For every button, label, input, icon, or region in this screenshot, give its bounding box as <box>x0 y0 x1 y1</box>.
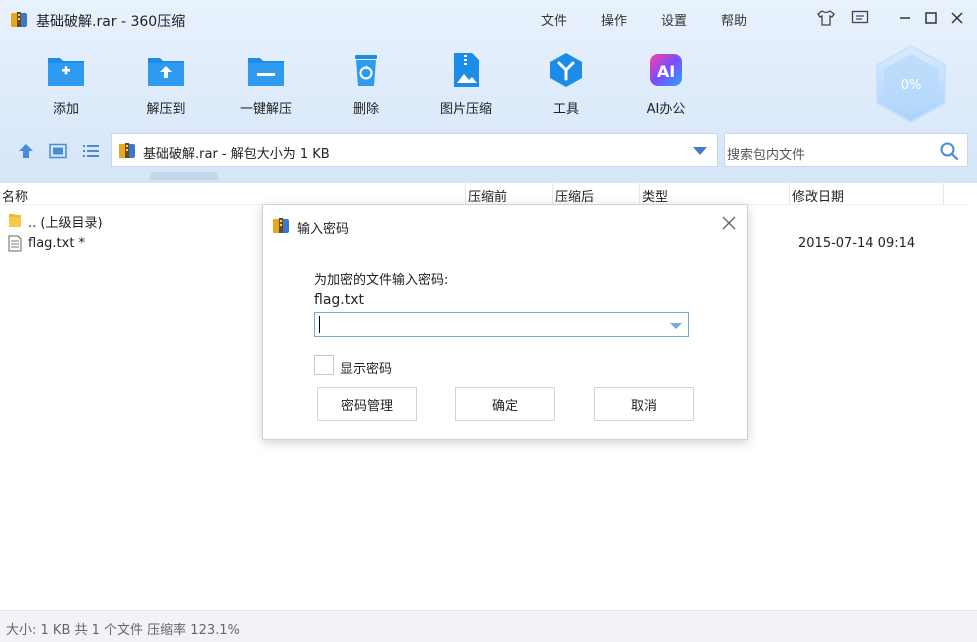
text-file-icon <box>8 235 22 252</box>
text-caret <box>319 316 320 333</box>
encrypted-filename: flag.txt <box>314 292 364 308</box>
path-text: 基础破解.rar - 解包大小为 1 KB <box>143 147 330 162</box>
archive-icon <box>119 143 135 158</box>
list-item-date: 2015-07-14 09:14 <box>798 236 916 251</box>
search-icon[interactable] <box>939 141 959 161</box>
add-archive-icon <box>48 58 84 86</box>
thumbnail-view-button[interactable] <box>47 141 69 161</box>
toolbar-ai-office-label: AI办公 <box>646 102 686 117</box>
close-icon <box>951 12 963 24</box>
maximize-button[interactable] <box>918 6 944 30</box>
tools-icon <box>550 53 582 87</box>
status-text: 大小: 1 KB 共 1 个文件 压缩率 123.1% <box>6 623 240 638</box>
thumbnail-view-icon <box>49 143 67 159</box>
menu-file[interactable]: 文件 <box>541 10 567 29</box>
close-icon[interactable] <box>721 215 737 231</box>
search-input[interactable]: 搜索包内文件 <box>727 144 805 163</box>
chevron-down-icon[interactable] <box>670 323 682 329</box>
window-title: 基础破解.rar - 360压缩 <box>36 14 186 30</box>
close-window-button[interactable] <box>944 6 970 30</box>
col-after[interactable]: 压缩后 <box>555 186 594 205</box>
toolbar-ai-office-button[interactable]: AI AI办公 <box>626 44 706 124</box>
col-separator[interactable] <box>943 183 944 205</box>
minimize-button[interactable] <box>892 6 918 30</box>
dialog-title: 输入密码 <box>297 222 350 237</box>
menu-operate[interactable]: 操作 <box>601 10 627 29</box>
path-combobox[interactable]: 基础破解.rar - 解包大小为 1 KB <box>111 133 718 167</box>
toolbar-one-click-extract-button[interactable]: 一键解压 <box>226 44 306 124</box>
toolbar-image-compress-label: 图片压缩 <box>439 102 492 117</box>
go-up-button[interactable] <box>15 141 37 161</box>
password-dialog: 输入密码 为加密的文件输入密码: flag.txt 显示密码 密码管理 确定 取… <box>262 204 748 440</box>
extract-to-icon <box>148 58 184 86</box>
toolbar-add-button[interactable]: 添加 <box>26 44 106 124</box>
one-click-extract-icon <box>248 58 284 86</box>
list-item-name: flag.txt * <box>28 236 86 251</box>
dialog-header[interactable]: 输入密码 <box>263 205 747 243</box>
skin-button[interactable] <box>813 6 839 30</box>
col-separator[interactable] <box>552 183 553 205</box>
status-bar: 大小: 1 KB 共 1 个文件 压缩率 123.1% <box>0 610 977 642</box>
col-type[interactable]: 类型 <box>642 186 668 205</box>
menu-settings[interactable]: 设置 <box>661 10 687 29</box>
message-icon <box>851 10 869 24</box>
title-bar: 基础破解.rar - 360压缩 文件 操作 设置 帮助 <box>0 0 977 36</box>
col-modified[interactable]: 修改日期 <box>792 186 844 205</box>
ai-office-icon: AI <box>650 54 682 86</box>
password-manage-button[interactable]: 密码管理 <box>317 387 417 421</box>
col-separator[interactable] <box>639 183 640 205</box>
maximize-icon <box>925 12 937 24</box>
col-name[interactable]: 名称 <box>2 186 28 205</box>
toolbar-extract-to-button[interactable]: 解压到 <box>126 44 206 124</box>
recycle-delete-icon <box>355 55 377 86</box>
password-prompt: 为加密的文件输入密码: <box>314 273 449 288</box>
show-password-label[interactable]: 显示密码 <box>340 358 392 377</box>
password-combobox[interactable] <box>314 312 689 337</box>
toolbar-extract-to-label: 解压到 <box>146 102 186 117</box>
list-item-name: .. (上级目录) <box>28 216 103 231</box>
toolbar-tools-button[interactable]: 工具 <box>526 44 606 124</box>
list-view-button[interactable] <box>80 141 102 161</box>
archive-app-icon <box>11 12 27 27</box>
minimize-icon <box>900 17 910 19</box>
list-view-icon <box>83 145 99 157</box>
arrow-up-icon <box>19 144 33 158</box>
toolbar-delete-button[interactable]: 删除 <box>326 44 406 124</box>
folder-icon <box>9 214 21 227</box>
tshirt-icon <box>817 10 835 26</box>
toolbar-delete-label: 删除 <box>352 102 379 117</box>
toolbar-add-label: 添加 <box>52 102 79 117</box>
ok-button[interactable]: 确定 <box>455 387 555 421</box>
toolbar-image-compress-button[interactable]: 图片压缩 <box>426 44 506 124</box>
compression-gauge-value: 0% <box>900 78 922 93</box>
archive-icon <box>273 218 289 233</box>
show-password-checkbox[interactable] <box>314 355 334 375</box>
col-separator[interactable] <box>465 183 466 205</box>
toolbar-tools-label: 工具 <box>552 102 579 117</box>
search-box[interactable]: 搜索包内文件 <box>724 133 968 167</box>
menu-help[interactable]: 帮助 <box>721 10 747 29</box>
scroll-tab-indicator <box>150 172 218 180</box>
column-header: 名称 压缩前 压缩后 类型 修改日期 <box>0 183 977 205</box>
cancel-button[interactable]: 取消 <box>594 387 694 421</box>
toolbar-one-click-extract-label: 一键解压 <box>239 102 292 117</box>
svg-text:AI: AI <box>657 62 675 81</box>
chevron-down-icon[interactable] <box>693 147 707 155</box>
feedback-button[interactable] <box>847 6 873 30</box>
password-input[interactable] <box>318 315 658 334</box>
col-separator[interactable] <box>789 183 790 205</box>
col-before[interactable]: 压缩前 <box>468 186 507 205</box>
image-compress-icon <box>454 53 479 87</box>
top-band: 基础破解.rar - 360压缩 文件 操作 设置 帮助 添加 解压到 一键解压… <box>0 0 977 183</box>
vertical-scrollbar[interactable] <box>969 183 977 608</box>
